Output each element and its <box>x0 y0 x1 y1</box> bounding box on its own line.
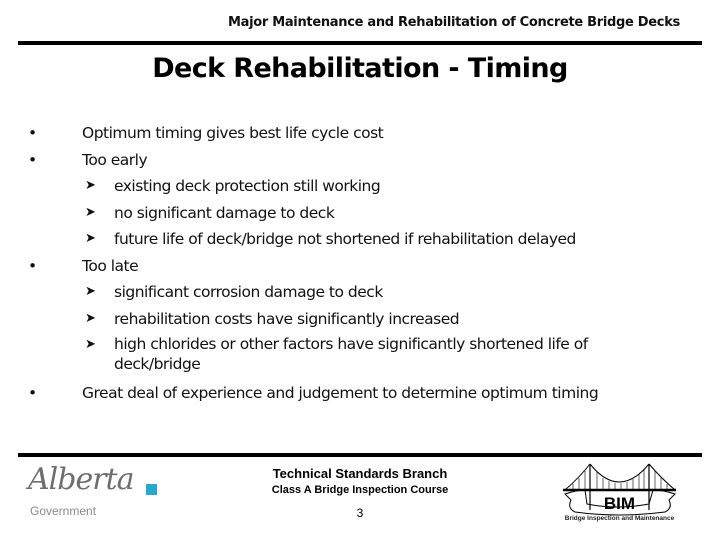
footer-info: Technical Standards Branch Class A Bridg… <box>240 466 480 520</box>
sub-bullet-text: existing deck protection still working <box>114 177 381 195</box>
sub-bullet-text: future life of deck/bridge not shortened… <box>114 230 576 248</box>
arrow-bullet-icon: ➤ <box>85 337 96 352</box>
sub-bullet-text: no significant damage to deck <box>114 203 335 222</box>
sub-bullet-text: significant corrosion damage to deck <box>114 283 383 301</box>
arrow-bullet-icon: ➤ <box>85 284 96 299</box>
sub-bullet-item: ➤ existing deck protection still working <box>28 175 708 202</box>
arrow-bullet-icon: ➤ <box>85 204 96 220</box>
slide-title: Deck Rehabilitation - Timing <box>152 53 568 84</box>
course-header-title: Major Maintenance and Rehabilitation of … <box>227 15 680 30</box>
bim-acronym: BIM <box>603 494 636 513</box>
footer-course-name: Class A Bridge Inspection Course <box>271 484 449 496</box>
sub-bullet-item: ➤ high chlorides or other factors have s… <box>28 334 708 382</box>
bullet-icon: • <box>28 150 37 169</box>
bullet-icon: • <box>28 256 37 275</box>
sub-bullet-item: ➤ rehabilitation costs have significantl… <box>28 308 708 335</box>
alberta-government-label: Government <box>30 504 97 518</box>
bullet-item: • Too early <box>28 149 708 176</box>
arrow-bullet-icon: ➤ <box>85 178 96 193</box>
sub-bullet-item: ➤ no significant damage to deck <box>28 202 708 229</box>
alberta-wordmark: Alberta <box>28 462 134 497</box>
arrow-bullet-icon: ➤ <box>85 310 96 326</box>
alberta-square-icon <box>146 484 157 495</box>
footer-organization: Technical Standards Branch <box>272 466 448 481</box>
bullet-icon: • <box>28 384 37 402</box>
bullet-text: Optimum timing gives best life cycle cos… <box>82 124 384 142</box>
bim-caption: Bridge Inspection and Maintenance <box>564 515 675 522</box>
footer-divider <box>18 453 702 457</box>
arrow-bullet-icon: ➤ <box>85 231 96 246</box>
bullet-text: Great deal of experience and judgement t… <box>82 384 599 402</box>
bullet-text: Too late <box>82 256 139 275</box>
bullet-icon: • <box>28 124 37 142</box>
sub-bullet-item: ➤ significant corrosion damage to deck <box>28 281 708 308</box>
slide-content: • Optimum timing gives best life cycle c… <box>28 122 708 409</box>
bullet-item: • Too late <box>28 255 708 282</box>
sub-bullet-text: rehabilitation costs have significantly … <box>114 309 460 328</box>
bullet-item: • Optimum timing gives best life cycle c… <box>28 122 708 149</box>
header-divider <box>18 41 702 45</box>
sub-bullet-text: high chlorides or other factors have sig… <box>114 335 588 373</box>
bullet-item: • Great deal of experience and judgement… <box>28 382 708 409</box>
sub-bullet-item: ➤ future life of deck/bridge not shorten… <box>28 228 708 255</box>
page-number: 3 <box>356 506 364 520</box>
bim-logo: BIM Bridge Inspection and Maintenance <box>557 460 682 530</box>
bullet-text: Too early <box>82 150 148 169</box>
alberta-government-logo: Alberta Government <box>18 462 168 522</box>
